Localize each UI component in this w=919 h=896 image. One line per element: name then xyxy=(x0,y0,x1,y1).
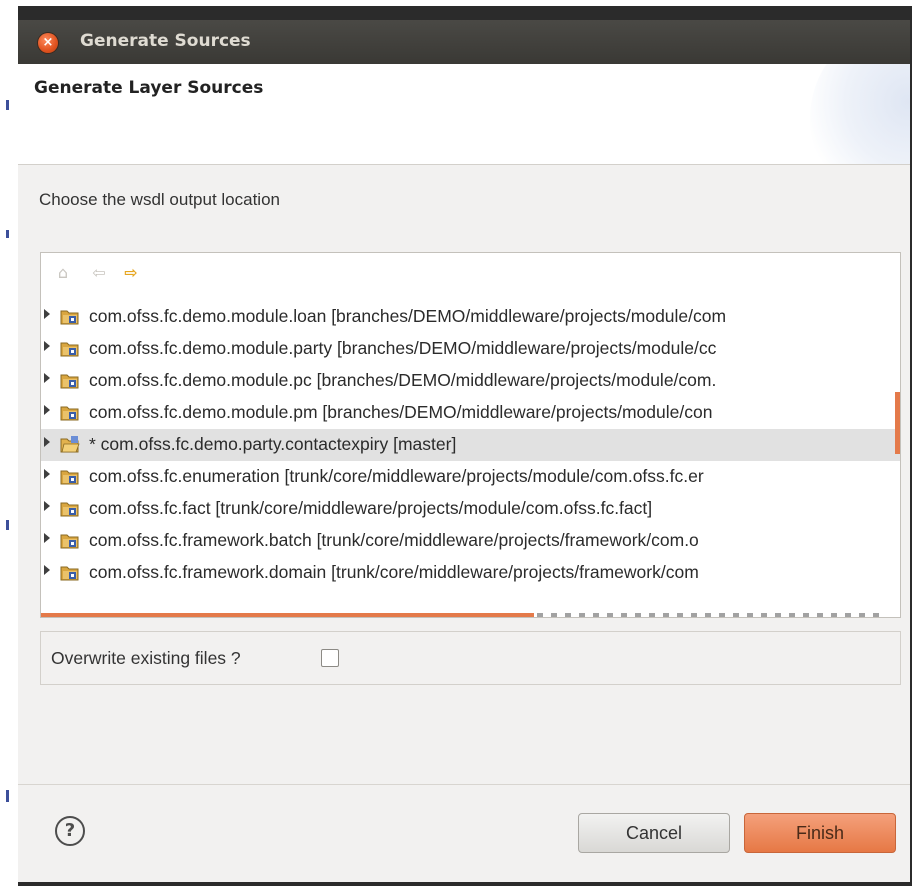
svn-project-icon xyxy=(60,467,80,485)
expand-arrow-icon[interactable] xyxy=(44,533,50,543)
svn-project-icon xyxy=(60,307,80,325)
edge-mark xyxy=(6,230,9,238)
tree-item-label: com.ofss.fc.demo.module.pm [branches/DEM… xyxy=(89,402,713,422)
expand-arrow-icon[interactable] xyxy=(44,437,50,447)
overwrite-label: Overwrite existing files ? xyxy=(51,648,241,668)
scroll-position-bar[interactable] xyxy=(41,613,534,617)
tree-item[interactable]: com.ofss.fc.demo.module.pc [branches/DEM… xyxy=(41,365,900,397)
svn-project-icon xyxy=(60,339,80,357)
title-bar: × Generate Sources xyxy=(18,20,910,65)
tree-toolbar: ⌂ ⇦ ⇨ xyxy=(41,253,900,293)
tree-item[interactable]: com.ofss.fc.framework.domain [trunk/core… xyxy=(41,557,900,589)
svn-project-icon xyxy=(60,563,80,581)
expand-arrow-icon[interactable] xyxy=(44,373,50,383)
expand-arrow-icon[interactable] xyxy=(44,501,50,511)
edge-mark xyxy=(6,520,9,530)
edge-mark xyxy=(6,790,9,802)
tree-item[interactable]: com.ofss.fc.framework.batch [trunk/core/… xyxy=(41,525,900,557)
close-button[interactable]: × xyxy=(38,33,58,53)
finish-button[interactable]: Finish xyxy=(744,813,896,853)
tree-item-label: com.ofss.fc.demo.module.loan [branches/D… xyxy=(89,306,727,326)
back-arrow-icon[interactable]: ⇦ xyxy=(89,263,109,283)
tree-item-label: * com.ofss.fc.demo.party.contactexpiry [… xyxy=(89,434,457,454)
tree-item[interactable]: com.ofss.fc.fact [trunk/core/middleware/… xyxy=(41,493,900,525)
page-title: Generate Layer Sources xyxy=(34,78,264,98)
tree-item-label: com.ofss.fc.framework.batch [trunk/core/… xyxy=(89,530,699,550)
tree-item[interactable]: com.ofss.fc.demo.module.pm [branches/DEM… xyxy=(41,397,900,429)
git-project-icon xyxy=(60,435,80,453)
tree-item-label: com.ofss.fc.enumeration [trunk/core/midd… xyxy=(89,466,704,486)
options-group: Overwrite existing files ? xyxy=(40,631,901,685)
header-banner-graphic xyxy=(810,64,910,164)
tree-item[interactable]: * com.ofss.fc.demo.party.contactexpiry [… xyxy=(41,429,900,461)
expand-arrow-icon[interactable] xyxy=(44,565,50,575)
svn-project-icon xyxy=(60,403,80,421)
tree-item[interactable]: com.ofss.fc.enumeration [trunk/core/midd… xyxy=(41,461,900,493)
close-icon[interactable]: × xyxy=(38,33,58,53)
tree-item-label: com.ofss.fc.demo.module.party [branches/… xyxy=(89,338,717,358)
home-icon[interactable]: ⌂ xyxy=(53,263,73,283)
tree-item-label: com.ofss.fc.fact [trunk/core/middleware/… xyxy=(89,498,653,518)
expand-arrow-icon[interactable] xyxy=(44,405,50,415)
window-title: Generate Sources xyxy=(80,31,251,51)
cancel-button[interactable]: Cancel xyxy=(578,813,730,853)
expand-arrow-icon[interactable] xyxy=(44,309,50,319)
wizard-header: Generate Layer Sources xyxy=(18,64,910,165)
svn-project-icon xyxy=(60,531,80,549)
svn-project-icon xyxy=(60,499,80,517)
page-description: Choose the wsdl output location xyxy=(39,190,280,209)
scroll-marker xyxy=(895,392,900,454)
edge-mark xyxy=(6,100,9,110)
forward-arrow-icon[interactable]: ⇨ xyxy=(121,263,141,283)
svn-project-icon xyxy=(60,371,80,389)
tree-item-label: com.ofss.fc.framework.domain [trunk/core… xyxy=(89,562,699,582)
tree-item-label: com.ofss.fc.demo.module.pc [branches/DEM… xyxy=(89,370,717,390)
footer-divider xyxy=(18,784,910,785)
tree-item[interactable]: com.ofss.fc.demo.module.loan [branches/D… xyxy=(41,301,900,333)
expand-arrow-icon[interactable] xyxy=(44,341,50,351)
tree-item[interactable]: com.ofss.fc.demo.module.party [branches/… xyxy=(41,333,900,365)
project-tree[interactable]: ⌂ ⇦ ⇨ com.ofss.fc.demo.module.loan [bran… xyxy=(40,252,901,618)
overwrite-checkbox[interactable] xyxy=(321,649,339,667)
generate-sources-dialog: × Generate Sources Generate Layer Source… xyxy=(18,20,910,882)
help-icon[interactable]: ? xyxy=(55,816,85,846)
expand-arrow-icon[interactable] xyxy=(44,469,50,479)
background-editor-edge xyxy=(4,0,18,886)
